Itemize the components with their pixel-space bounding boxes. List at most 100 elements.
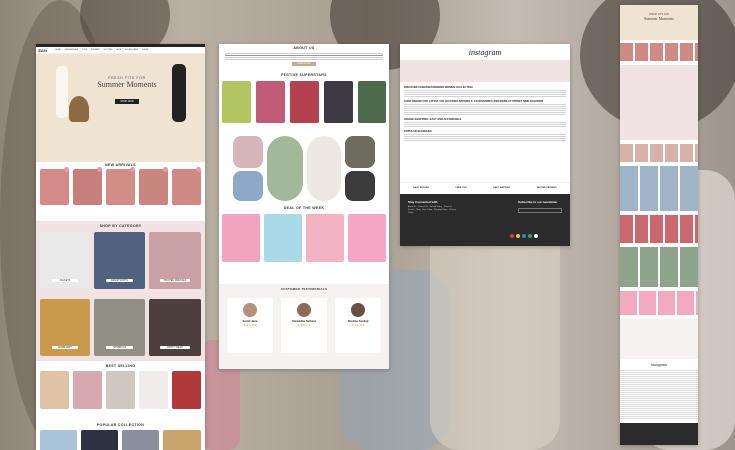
full-page-preview: FRESH FITS FOR Summer Moments instagram xyxy=(620,5,698,445)
new-arrivals-heading: NEW ARRIVALS xyxy=(105,163,136,167)
preview-hero-title: Summer Moments xyxy=(644,16,674,21)
preview-testimonials xyxy=(620,319,698,359)
product-card[interactable] xyxy=(222,214,260,262)
category-card-denim-skirts[interactable]: DENIM SKIRTS xyxy=(94,232,145,289)
main-nav[interactable]: HOME NEW ARRIVALS TOPS DRESSES BOTTOMS SETS AC… xyxy=(55,49,152,51)
category-card-printed-dresses[interactable]: PRINTED DRESSES xyxy=(149,232,201,289)
preview-lookbook xyxy=(620,247,698,287)
lookbook-image[interactable] xyxy=(345,171,375,201)
category-card-jewellery[interactable]: JEWELLERY xyxy=(40,299,90,356)
testimonial-card: Shraddha Sultana ★★★★★ xyxy=(281,298,327,353)
feature-free-cod: FREE COD xyxy=(455,186,467,189)
seo-text xyxy=(404,90,566,98)
product-card[interactable] xyxy=(324,81,353,123)
product-card[interactable] xyxy=(73,371,102,409)
wishlist-icon[interactable] xyxy=(196,167,201,172)
homepage-panel: Sasi HOME NEW ARRIVALS TOPS DRESSES BOTTOMS S… xyxy=(36,44,205,450)
hero-banner[interactable]: FRESH FITS FOR Summer Moments SHOP NOW xyxy=(36,54,205,162)
product-card[interactable] xyxy=(139,371,168,409)
lookbook-collage xyxy=(233,136,375,202)
product-card[interactable] xyxy=(106,371,135,409)
wishlist-icon[interactable] xyxy=(64,167,69,172)
seo-heading: SHOP ONLINE FOR LATEST COLLECTIONS APPAR… xyxy=(404,100,544,103)
preview-seo-text xyxy=(620,370,698,420)
lookbook-image[interactable] xyxy=(267,136,303,201)
collection-card-tops[interactable] xyxy=(122,430,159,450)
read-more-button[interactable]: READ MORE xyxy=(292,62,316,66)
rating-stars: ★★★★★ xyxy=(243,323,257,327)
product-card[interactable] xyxy=(172,371,201,409)
preview-footer xyxy=(620,423,698,445)
model-figure xyxy=(172,64,186,122)
preview-collection-row xyxy=(620,166,698,211)
product-card[interactable] xyxy=(40,371,69,409)
preview-deal-row xyxy=(620,291,698,315)
product-card[interactable] xyxy=(139,169,168,205)
footer-links[interactable]: About Us · Contact Us · Refund Policy · … xyxy=(408,206,458,216)
product-card[interactable] xyxy=(256,81,285,123)
seo-heading: ONLINE SHOPPING, EASY AND AFFORDABLE xyxy=(404,118,462,121)
product-card[interactable] xyxy=(348,214,386,262)
newsletter-input[interactable] xyxy=(518,208,562,213)
category-heading: SHOP BY CATEGORY xyxy=(99,224,142,228)
avatar xyxy=(243,303,257,317)
product-card[interactable] xyxy=(222,81,251,123)
category-card-party-wear[interactable]: PARTY WEAR xyxy=(149,299,201,356)
product-card[interactable] xyxy=(290,81,319,123)
about-panel: ABOUT US READ MORE FESTIVE SUPERSTARS DE… xyxy=(219,44,389,369)
feature-strip: EASY RETURN FREE COD FAST SHIPPING SECUR… xyxy=(400,182,570,192)
popular-collection-heading: POPULAR COLLECTION xyxy=(96,423,145,427)
product-card[interactable] xyxy=(172,169,201,205)
footer-panel: instagram DISCOVER FASHION-FORWARD WOMEN… xyxy=(400,44,570,246)
preview-product-row xyxy=(620,144,698,162)
lookbook-image[interactable] xyxy=(233,136,263,168)
testimonial-card: Sarah Jane ★★★★★ xyxy=(227,298,273,353)
testimonials-heading: CUSTOMER TESTIMONIALS xyxy=(280,287,328,291)
lookbook-image[interactable] xyxy=(233,171,263,201)
lookbook-image[interactable] xyxy=(307,136,341,201)
rating-stars: ★★★★★ xyxy=(351,323,365,327)
background-figure xyxy=(430,220,560,450)
wishlist-icon[interactable] xyxy=(163,167,168,172)
popular-searches-text xyxy=(404,134,566,142)
feature-secure-payment: SECURE PAYMENT xyxy=(536,186,557,189)
product-card[interactable] xyxy=(306,214,344,262)
instagram-heading[interactable]: instagram xyxy=(400,48,570,57)
product-card[interactable] xyxy=(106,169,135,205)
deal-heading: DEAL OF THE WEEK xyxy=(283,206,325,210)
testimonial-card: Shobha Sankaji ★★★★★ xyxy=(335,298,381,353)
wishlist-icon[interactable] xyxy=(130,167,135,172)
hero-shop-button[interactable]: SHOP NOW xyxy=(115,99,139,104)
category-section: SHOP BY CATEGORY JACKETS DENIM SKIRTS PR… xyxy=(36,221,205,361)
feature-easy-return: EASY RETURN xyxy=(413,186,429,189)
category-card-jackets[interactable]: JACKETS xyxy=(40,232,90,289)
about-text xyxy=(225,53,383,62)
rattan-chair xyxy=(69,96,89,122)
avatar xyxy=(297,303,311,317)
footer-connect: Stay Connected with xyxy=(408,200,438,204)
preview-category-section xyxy=(620,65,698,140)
site-footer: Stay Connected with About Us · Contact U… xyxy=(400,194,570,246)
collection-card-shirts[interactable] xyxy=(40,430,77,450)
payment-icons xyxy=(510,234,538,238)
popular-collection-row xyxy=(40,430,201,450)
collection-card-blazers[interactable] xyxy=(81,430,118,450)
preview-product-row xyxy=(620,43,698,61)
seo-text xyxy=(404,104,566,116)
logo[interactable]: Sasi xyxy=(38,48,47,53)
model-figure xyxy=(56,66,68,118)
best-selling-row xyxy=(40,371,201,411)
collection-card-dresses[interactable] xyxy=(163,430,201,450)
seo-text xyxy=(404,122,566,128)
new-arrivals-row xyxy=(40,167,201,207)
preview-hero[interactable]: FRESH FITS FOR Summer Moments xyxy=(620,5,698,40)
category-card-handbags[interactable]: HANDBAGS xyxy=(94,299,145,356)
wishlist-icon[interactable] xyxy=(97,167,102,172)
product-card[interactable] xyxy=(264,214,302,262)
product-card[interactable] xyxy=(73,169,102,205)
testimonials-section: CUSTOMER TESTIMONIALS Sarah Jane ★★★★★ S… xyxy=(219,284,389,369)
product-card[interactable] xyxy=(40,169,69,205)
product-card[interactable] xyxy=(358,81,386,123)
festive-heading: FESTIVE SUPERSTARS xyxy=(281,73,327,77)
lookbook-image[interactable] xyxy=(345,136,375,168)
